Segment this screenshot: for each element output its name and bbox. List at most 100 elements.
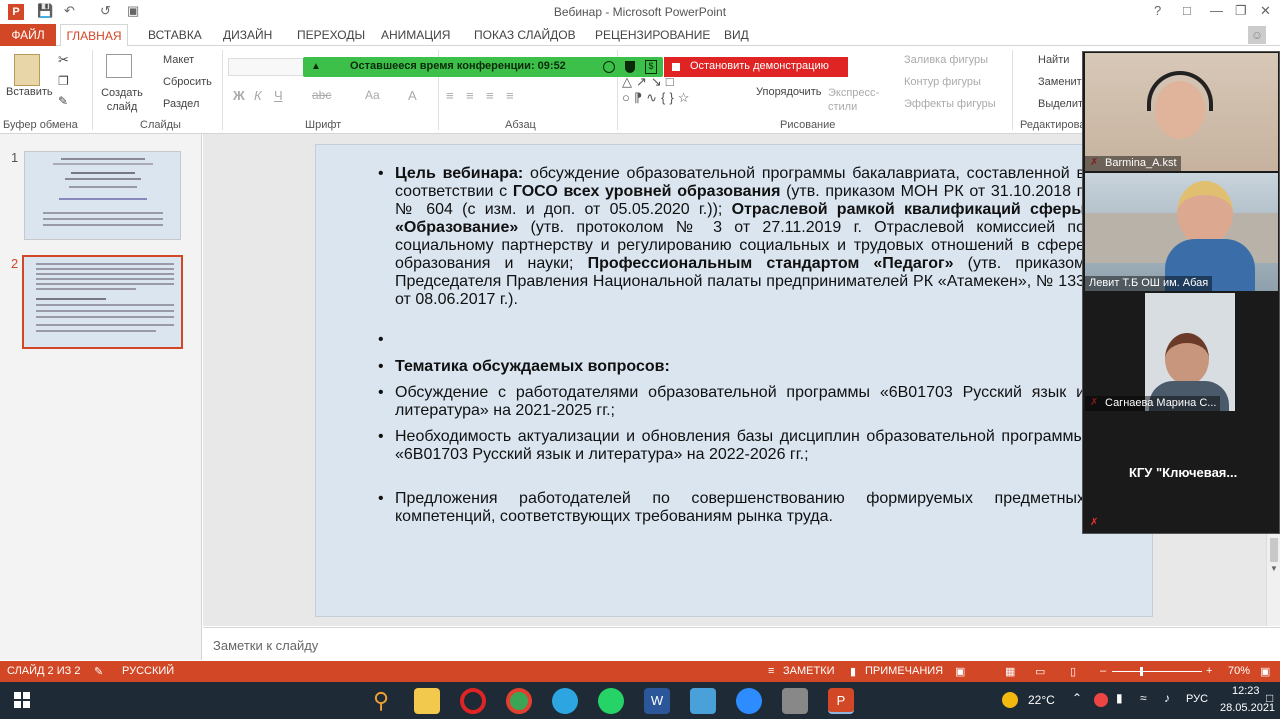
ribbon-options-icon[interactable]: □ (1183, 3, 1191, 18)
participant-name: Левит Т.Б ОШ им. Абая (1085, 276, 1213, 291)
slide-paragraph-topic-3[interactable]: Предложения работодателей по совершенств… (395, 490, 1085, 526)
bold-icon[interactable]: Ж (233, 88, 245, 103)
fit-slide-icon[interactable]: ▣ (1260, 665, 1270, 678)
participant-tile-3[interactable]: ✗ Сагнаева Марина С... (1085, 293, 1278, 411)
info-icon[interactable] (603, 61, 615, 73)
font-color-icon[interactable]: A (408, 88, 417, 103)
slide-paragraph-topics-heading[interactable]: Тематика обсуждаемых вопросов: (395, 358, 1085, 376)
slide-sorter-icon[interactable]: ▦ (1005, 665, 1015, 678)
spellcheck-icon[interactable]: ✎ (94, 665, 103, 678)
notes-toggle-icon[interactable]: ≡ (768, 665, 774, 677)
reset-button[interactable]: Сбросить (163, 76, 212, 88)
zoom-app-icon[interactable] (736, 688, 762, 714)
find-button[interactable]: Найти (1038, 54, 1069, 66)
normal-view-icon[interactable]: ▣ (955, 665, 965, 678)
comments-toggle-button[interactable]: ПРИМЕЧАНИЯ (865, 665, 943, 677)
whatsapp-icon[interactable] (598, 688, 624, 714)
file-explorer-icon[interactable] (414, 688, 440, 714)
shapes-gallery[interactable]: △↗↘□ ○⁋∿{}☆ (622, 74, 748, 108)
opera-icon[interactable] (460, 688, 486, 714)
reading-view-icon[interactable]: ▭ (1035, 665, 1045, 678)
tab-design[interactable]: ДИЗАЙН (223, 28, 272, 42)
strikethrough-icon[interactable]: abc (312, 88, 331, 102)
participant-tile-2[interactable]: Левит Т.Б ОШ им. Абая (1085, 173, 1278, 291)
slideshow-view-icon[interactable]: ▯ (1070, 665, 1076, 678)
search-icon[interactable]: ⚲ (368, 688, 394, 714)
font-size-icon[interactable]: Aa (365, 88, 380, 102)
italic-icon[interactable]: К (254, 88, 262, 103)
participant-video (1177, 181, 1233, 245)
volume-icon[interactable]: ♪ (1164, 691, 1170, 705)
zoom-out-icon[interactable]: – (1100, 665, 1106, 677)
tab-file[interactable]: ФАЙЛ (0, 24, 56, 46)
justify-icon[interactable]: ≡ (506, 88, 514, 103)
tray-chevron-icon[interactable]: ⌃ (1072, 691, 1082, 705)
paste-icon[interactable] (14, 54, 40, 86)
notifications-icon[interactable]: □ (1266, 691, 1273, 705)
comments-icon[interactable]: ▮ (850, 665, 856, 678)
new-slide-button[interactable]: Создать слайд (100, 86, 144, 114)
clock-time[interactable]: 12:23 (1232, 685, 1260, 697)
windows-start-icon[interactable] (14, 692, 30, 708)
chrome-icon[interactable] (506, 688, 532, 714)
slide-thumbnail-2[interactable] (22, 255, 183, 349)
topics-heading: Тематика обсуждаемых вопросов: (395, 358, 670, 375)
calculator-icon[interactable] (782, 688, 808, 714)
replace-button[interactable]: Заменить (1038, 76, 1087, 88)
tray-app-icon[interactable] (1094, 693, 1108, 707)
input-language[interactable]: РУС (1186, 693, 1208, 705)
tab-insert[interactable]: ВСТАВКА (148, 28, 202, 42)
slide-paragraph-topic-1[interactable]: Обсуждение с работодателями образователь… (395, 384, 1085, 420)
quick-styles-button[interactable]: Экспресс-стили (828, 86, 880, 114)
tab-animation[interactable]: АНИМАЦИЯ (381, 28, 450, 42)
new-slide-icon[interactable] (106, 54, 132, 78)
vertical-scrollbar[interactable]: ▼ (1266, 534, 1280, 626)
tab-view[interactable]: ВИД (724, 28, 749, 42)
align-right-icon[interactable]: ≡ (486, 88, 494, 103)
maximize-icon[interactable]: ❐ (1235, 3, 1247, 19)
help-icon[interactable]: ? (1154, 3, 1161, 18)
paste-button[interactable]: Вставить (6, 86, 53, 98)
notes-pane[interactable]: Заметки к слайду (203, 627, 1280, 661)
language-indicator[interactable]: РУССКИЙ (122, 665, 174, 677)
shape-outline-button[interactable]: Контур фигуры (904, 76, 981, 88)
close-icon[interactable]: ✕ (1260, 3, 1271, 19)
battery-icon[interactable]: ▮ (1116, 691, 1123, 705)
account-avatar[interactable]: ☺ (1248, 26, 1266, 44)
participant-tile-4[interactable]: КГУ "Ключевая... ✗ (1085, 413, 1278, 531)
signal-icon: ▲ (311, 61, 321, 72)
align-left-icon[interactable]: ≡ (446, 88, 454, 103)
format-painter-icon[interactable]: ✎ (58, 94, 68, 108)
control-panel-icon[interactable] (690, 688, 716, 714)
bullet: • (378, 358, 384, 375)
zoom-level[interactable]: 70% (1228, 665, 1250, 677)
telegram-icon[interactable] (552, 688, 578, 714)
tab-transitions[interactable]: ПЕРЕХОДЫ (297, 28, 365, 42)
section-button[interactable]: Раздел (163, 98, 199, 110)
participant-tile-1[interactable]: ✗ Barmina_A.kst (1085, 53, 1278, 171)
layout-button[interactable]: Макет (163, 54, 194, 66)
zoom-slider[interactable] (1112, 667, 1202, 676)
tab-slideshow[interactable]: ПОКАЗ СЛАЙДОВ (474, 28, 576, 42)
copy-icon[interactable]: ❐ (58, 74, 69, 88)
word-icon[interactable]: W (644, 688, 670, 714)
zoom-in-icon[interactable]: + (1206, 665, 1212, 677)
wifi-icon[interactable]: ≈ (1140, 691, 1147, 705)
tab-home[interactable]: ГЛАВНАЯ (60, 24, 128, 47)
font-name-box[interactable] (228, 58, 308, 76)
tab-review[interactable]: РЕЦЕНЗИРОВАНИЕ (595, 28, 710, 42)
shape-fill-button[interactable]: Заливка фигуры (904, 54, 988, 66)
notes-toggle-button[interactable]: ЗАМЕТКИ (783, 665, 835, 677)
cut-icon[interactable]: ✂ (58, 52, 69, 68)
stop-sharing-button[interactable]: Остановить демонстрацию (664, 57, 848, 77)
slide-paragraph-goal[interactable]: Цель вебинара: обсуждение образовательно… (395, 165, 1085, 325)
minimize-icon[interactable]: — (1210, 3, 1223, 18)
weather-temp[interactable]: 22°C (1028, 693, 1055, 707)
powerpoint-taskbar-icon[interactable]: P (828, 688, 854, 714)
slide-paragraph-topic-2[interactable]: Необходимость актуализации и обновления … (395, 428, 1085, 464)
align-center-icon[interactable]: ≡ (466, 88, 474, 103)
underline-icon[interactable]: Ч (274, 88, 283, 103)
shape-effects-button[interactable]: Эффекты фигуры (904, 98, 996, 110)
slide-thumbnail-1[interactable] (24, 151, 181, 240)
arrange-button[interactable]: Упорядочить (756, 86, 821, 98)
